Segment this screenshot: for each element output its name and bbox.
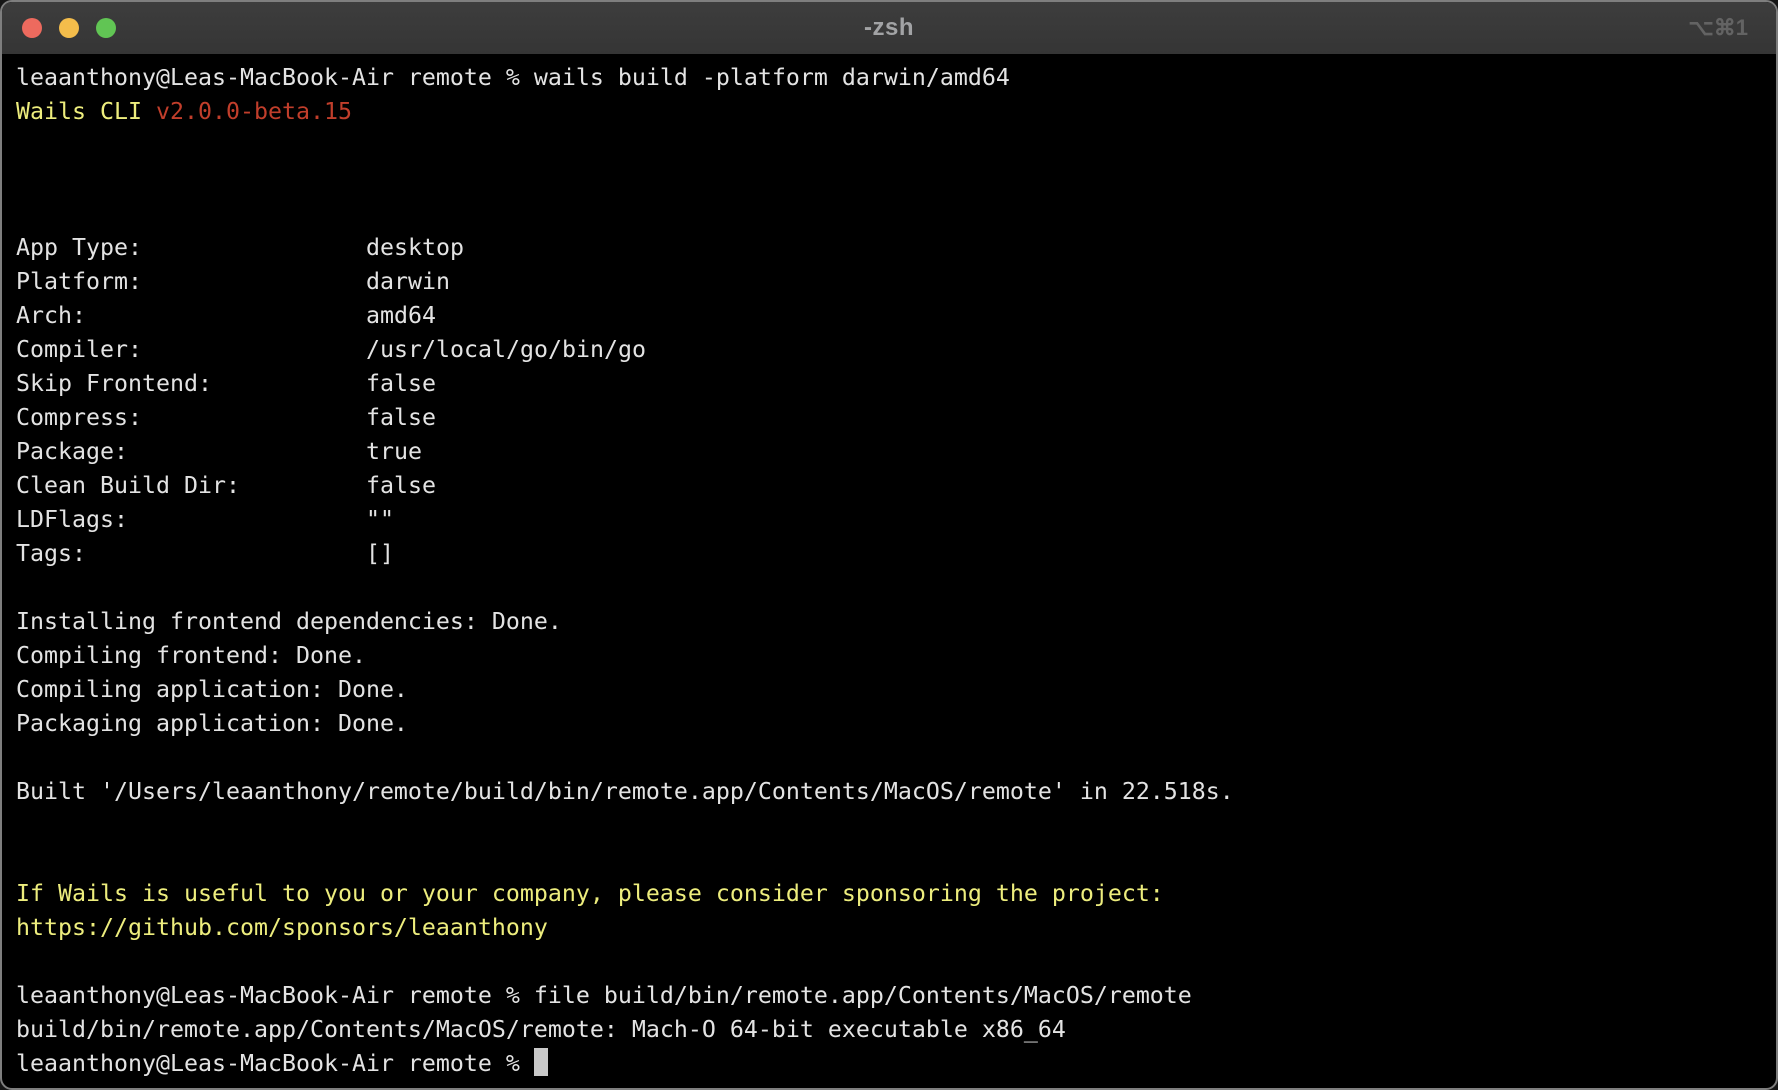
progress-package-app: Packaging application: Done. [16, 707, 1762, 741]
blank-line [16, 741, 1762, 775]
file-output-line: build/bin/remote.app/Contents/MacOS/remo… [16, 1013, 1762, 1047]
config-row-compiler: Compiler:/usr/local/go/bin/go [16, 333, 1762, 367]
tab-shortcut-badge: ⌥⌘1 [1688, 15, 1748, 41]
config-value: false [366, 472, 436, 499]
blank-line [16, 945, 1762, 979]
prompt-line-3: leaanthony@Leas-MacBook-Air remote % [16, 1047, 1762, 1081]
terminal-output[interactable]: leaanthony@Leas-MacBook-Air remote % wai… [2, 54, 1776, 1088]
window-title: -zsh [2, 14, 1776, 42]
wails-cli-line: Wails CLI v2.0.0-beta.15 [16, 95, 1762, 129]
titlebar[interactable]: -zsh ⌥⌘1 [2, 2, 1776, 54]
blank-line [16, 809, 1762, 843]
sponsor-message: If Wails is useful to you or your compan… [16, 877, 1762, 911]
progress-compile-frontend: Compiling frontend: Done. [16, 639, 1762, 673]
config-row-compress: Compress:false [16, 401, 1762, 435]
progress-compile-app: Compiling application: Done. [16, 673, 1762, 707]
config-row-skip-frontend: Skip Frontend:false [16, 367, 1762, 401]
config-row-arch: Arch:amd64 [16, 299, 1762, 333]
blank-line [16, 197, 1762, 231]
config-row-ldflags: LDFlags:"" [16, 503, 1762, 537]
terminal-cursor[interactable] [534, 1048, 548, 1076]
config-value: true [366, 438, 422, 465]
progress-install-deps: Installing frontend dependencies: Done. [16, 605, 1762, 639]
sponsor-url[interactable]: https://github.com/sponsors/leaanthony [16, 911, 1762, 945]
blank-line [16, 843, 1762, 877]
zoom-button[interactable] [96, 18, 116, 38]
config-value: false [366, 404, 436, 431]
built-line: Built '/Users/leaanthony/remote/build/bi… [16, 775, 1762, 809]
wails-cli-label: Wails CLI [16, 98, 156, 125]
terminal-window: -zsh ⌥⌘1 leaanthony@Leas-MacBook-Air rem… [0, 0, 1778, 1090]
traffic-lights [2, 18, 116, 38]
config-value: desktop [366, 234, 464, 261]
wails-cli-version: v2.0.0-beta.15 [156, 98, 352, 125]
prompt-line-2: leaanthony@Leas-MacBook-Air remote % fil… [16, 979, 1762, 1013]
config-value: amd64 [366, 302, 436, 329]
config-row-platform: Platform:darwin [16, 265, 1762, 299]
config-value: /usr/local/go/bin/go [366, 336, 646, 363]
config-value: "" [366, 506, 394, 533]
prompt-text: leaanthony@Leas-MacBook-Air remote % [16, 1050, 534, 1077]
blank-line [16, 129, 1762, 163]
prompt-line-1: leaanthony@Leas-MacBook-Air remote % wai… [16, 61, 1762, 95]
close-button[interactable] [22, 18, 42, 38]
config-value: false [366, 370, 436, 397]
config-row-package: Package:true [16, 435, 1762, 469]
config-row-app-type: App Type:desktop [16, 231, 1762, 265]
config-row-tags: Tags:[] [16, 537, 1762, 571]
blank-line [16, 163, 1762, 197]
config-value: [] [366, 540, 394, 567]
config-value: darwin [366, 268, 450, 295]
config-row-clean-build-dir: Clean Build Dir:false [16, 469, 1762, 503]
blank-line [16, 571, 1762, 605]
minimize-button[interactable] [59, 18, 79, 38]
